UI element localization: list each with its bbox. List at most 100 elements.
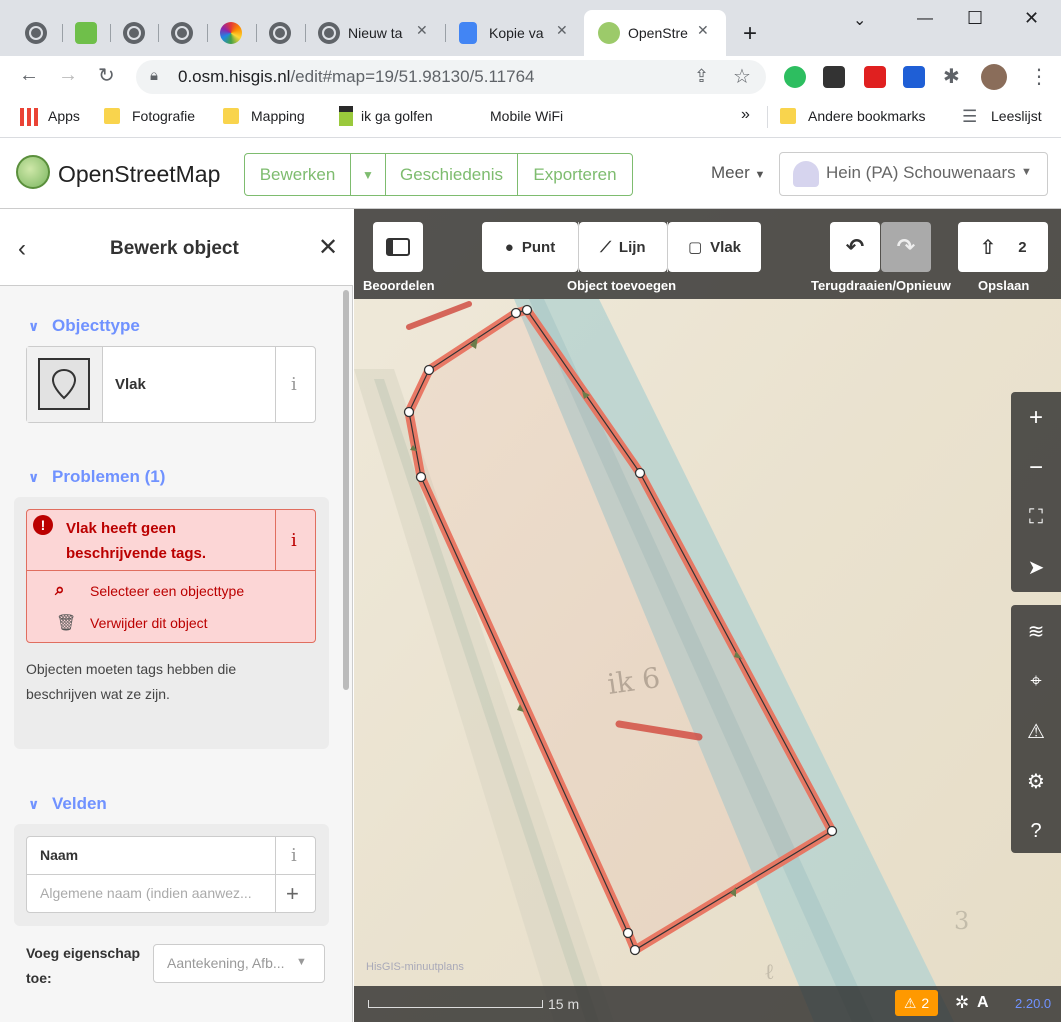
back-icon[interactable]: ‹ (18, 235, 26, 263)
mail-extension-icon[interactable] (823, 66, 845, 88)
divider (275, 837, 276, 912)
globe-icon[interactable] (25, 22, 47, 44)
back-icon[interactable]: ← (19, 64, 39, 87)
reading-list[interactable]: Leeslijst (991, 108, 1042, 124)
issues-badge[interactable]: ⚠ 2 (895, 990, 938, 1016)
osm-logo-icon[interactable] (16, 155, 50, 189)
preset-name[interactable]: Vlak (115, 376, 146, 393)
info-icon[interactable]: i (291, 845, 297, 866)
language-icon[interactable]: A (977, 994, 989, 1012)
bookmark-golfen[interactable]: ik ga golfen (361, 108, 433, 124)
more-menu[interactable]: Meer ▼ (711, 163, 765, 183)
tab-title[interactable]: Kopie va (489, 25, 547, 41)
add-icon[interactable]: + (286, 881, 299, 907)
chevron-down-icon[interactable]: ⌄ (853, 10, 866, 30)
tab-separator (445, 24, 446, 42)
info-icon[interactable]: i (291, 530, 297, 551)
puzzle-icon[interactable]: ✱ (943, 64, 960, 89)
upload-icon: ⇧ (979, 236, 997, 259)
zoom-to-selection-button[interactable]: ⛶ (1011, 492, 1061, 542)
version-label[interactable]: 2.20.0 (1015, 996, 1051, 1011)
minimize-icon[interactable]: — (917, 10, 933, 28)
close-tab-icon[interactable]: ✕ (416, 22, 428, 39)
osm-brand[interactable]: OpenStreetMap (58, 161, 220, 188)
scale-bar[interactable] (368, 1000, 543, 1008)
add-point-button[interactable]: ● Punt (482, 222, 578, 272)
close-tab-icon[interactable]: ✕ (556, 22, 568, 39)
preferences-button[interactable]: ⚙ (1011, 756, 1061, 806)
share-icon[interactable]: ⇪ (694, 66, 709, 87)
pdf-icon[interactable] (864, 66, 886, 88)
divider (275, 347, 276, 422)
menu-icon[interactable]: ⋮ (1029, 64, 1049, 89)
map-data-button[interactable]: ⌖ (1011, 656, 1061, 706)
chevron-down-icon[interactable]: ▼ (296, 956, 307, 968)
chrome-icon (318, 22, 340, 44)
add-object-label: Object toevoegen (567, 278, 677, 293)
export-button[interactable]: Exporteren (518, 154, 632, 195)
select-preset-action[interactable]: Selecteer een objecttype (90, 583, 244, 599)
extension-icon[interactable] (903, 66, 925, 88)
history-button[interactable]: Geschiedenis (386, 154, 518, 195)
edit-button[interactable]: Bewerken (245, 154, 351, 195)
bookmark-mobile-wifi[interactable]: Mobile WiFi (490, 108, 563, 124)
redo-button[interactable]: ↷ (881, 222, 931, 272)
zoom-out-button[interactable]: − (1011, 443, 1061, 493)
evernote-icon[interactable] (784, 66, 806, 88)
issues-button[interactable]: ⚠ (1011, 706, 1061, 756)
user-name[interactable]: Hein (PA) Schouwenaars (826, 163, 1016, 183)
divider (578, 222, 579, 272)
add-property-input[interactable]: Aantekening, Afb... (167, 955, 285, 971)
edit-dropdown-icon[interactable]: ▼ (351, 154, 386, 195)
globe-icon[interactable] (171, 22, 193, 44)
divider (767, 106, 768, 128)
lock-icon[interactable]: 🔒︎ (150, 67, 158, 84)
chevron-down-icon[interactable]: ∨ (28, 469, 39, 486)
chevron-down-icon[interactable]: ∨ (28, 318, 39, 335)
imagery-attribution[interactable]: HisGIS-minuutplans (366, 961, 464, 973)
avatar[interactable] (981, 64, 1007, 90)
close-window-icon[interactable]: ✕ (1024, 8, 1039, 29)
url-text[interactable]: 0.osm.hisgis.nl/edit#map=19/51.98130/5.1… (178, 67, 534, 87)
geolocate-button[interactable]: ➤ (1011, 542, 1061, 592)
area-icon: ▢ (687, 239, 703, 256)
zoom-in-button[interactable]: + (1011, 393, 1061, 443)
review-button[interactable] (373, 222, 423, 272)
sidebar-scrollbar[interactable] (343, 290, 349, 690)
reload-icon[interactable]: ↻ (98, 63, 115, 88)
tab-title[interactable]: OpenStre (628, 25, 688, 41)
bookmark-mapping[interactable]: Mapping (251, 108, 305, 124)
forward-icon[interactable]: → (58, 64, 78, 87)
fields-heading[interactable]: Velden (52, 794, 107, 814)
star-icon[interactable]: ☆ (733, 64, 751, 89)
bookmarks-more-button[interactable]: » (741, 106, 750, 124)
name-input[interactable]: Algemene naam (indien aanwez... (40, 885, 252, 901)
bug-icon[interactable]: ✲ (955, 993, 969, 1013)
close-icon[interactable]: ✕ (318, 233, 338, 262)
help-button[interactable]: ? (1011, 806, 1061, 856)
info-icon[interactable]: i (291, 374, 297, 395)
problems-heading[interactable]: Problemen (1) (52, 467, 165, 487)
bookmark-other[interactable]: Andere bookmarks (808, 108, 926, 124)
new-tab-button[interactable]: + (743, 20, 757, 48)
map-canvas[interactable]: ik 6 3 ℓ (354, 209, 1061, 1022)
undo-button[interactable]: ↶ (830, 222, 880, 272)
background-button[interactable]: ≋ (1011, 606, 1061, 656)
add-area-button[interactable]: ▢ Vlak (668, 222, 761, 272)
color-wheel-icon[interactable] (220, 22, 242, 44)
chevron-down-icon[interactable]: ▼ (1021, 166, 1032, 178)
chevron-down-icon[interactable]: ∨ (28, 796, 39, 813)
objecttype-heading[interactable]: Objecttype (52, 316, 140, 336)
globe-icon[interactable] (269, 22, 291, 44)
bookmark-apps[interactable]: Apps (48, 108, 80, 124)
tab-title[interactable]: Nieuw ta (348, 25, 406, 41)
bookmark-fotografie[interactable]: Fotografie (132, 108, 195, 124)
pinned-tab-icon[interactable] (75, 22, 97, 44)
maximize-icon[interactable]: ☐ (967, 8, 983, 29)
save-button[interactable]: ⇧ 2 (958, 222, 1048, 272)
add-line-button[interactable]: ⟋ Lijn (579, 222, 667, 272)
delete-object-action[interactable]: Verwijder dit object (90, 615, 208, 631)
globe-icon[interactable] (123, 22, 145, 44)
problem-message[interactable]: Vlak heeft geen beschrijvende tags. (66, 516, 266, 566)
close-tab-icon[interactable]: ✕ (697, 22, 709, 39)
